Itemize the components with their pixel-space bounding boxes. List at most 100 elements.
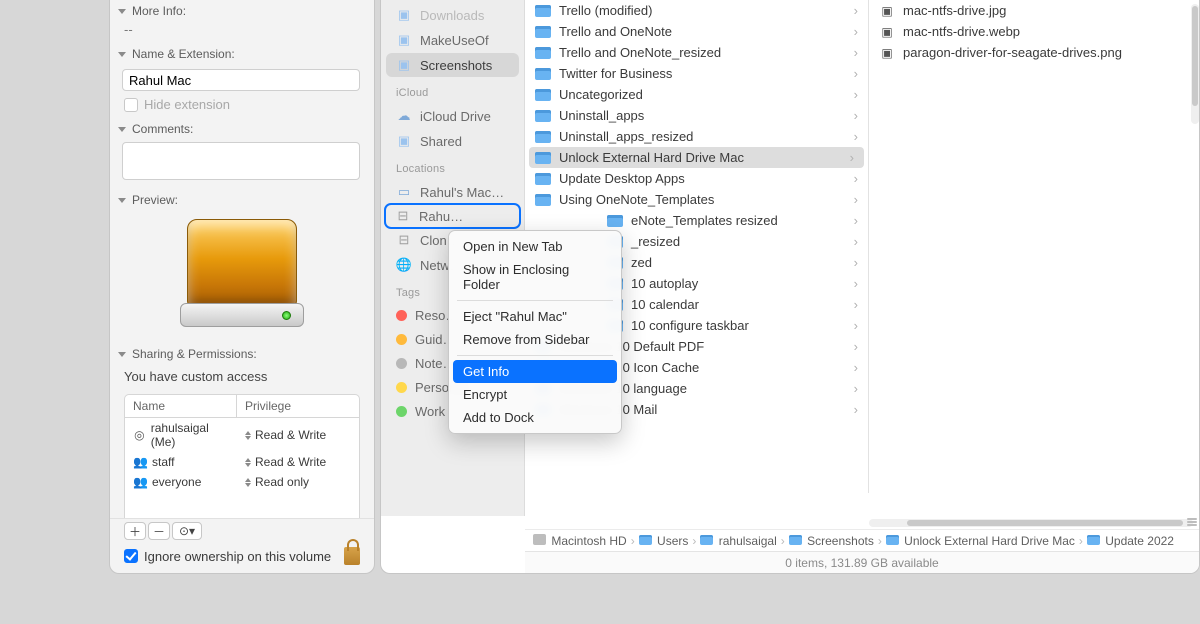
folder-icon	[1087, 535, 1100, 545]
menu-item-show-in-enclosing-folder[interactable]: Show in Enclosing Folder	[449, 258, 621, 296]
chevron-right-icon: ›	[631, 534, 635, 548]
add-button[interactable]: ＋	[124, 522, 146, 540]
menu-item-encrypt[interactable]: Encrypt	[449, 383, 621, 406]
chevron-right-icon: ›	[854, 276, 858, 291]
sidebar-item-rahul-s-mac-[interactable]: ▭Rahul's Mac…	[386, 180, 519, 204]
sharing-header[interactable]: Sharing & Permissions:	[110, 343, 374, 365]
more-info-header[interactable]: More Info:	[110, 0, 374, 22]
file-name: mac-ntfs-drive.jpg	[903, 3, 1006, 18]
ignore-ownership-checkbox[interactable]	[124, 549, 138, 563]
folder-row[interactable]: Twitter for Business›	[525, 63, 868, 84]
ignore-ownership-label: Ignore ownership on this volume	[144, 549, 331, 564]
path-segment[interactable]: Users	[639, 534, 689, 548]
user-icon: ◎	[133, 428, 146, 442]
folder-row[interactable]: Trello (modified) ›	[525, 0, 868, 21]
path-label: Update 2022	[1105, 534, 1174, 548]
chevron-right-icon: ›	[854, 318, 858, 333]
sidebar-item-downloads[interactable]: ▣Downloads	[386, 3, 519, 27]
chevron-right-icon: ›	[854, 24, 858, 39]
lock-icon[interactable]	[344, 547, 360, 565]
path-label: Macintosh HD	[551, 534, 626, 548]
menu-item-open-in-new-tab[interactable]: Open in New Tab	[449, 235, 621, 258]
chevron-right-icon: ›	[854, 192, 858, 207]
folder-name: Using OneNote_Templates	[559, 192, 714, 207]
path-segment[interactable]: rahulsaigal	[700, 534, 776, 548]
chevron-right-icon: ›	[854, 381, 858, 396]
hide-extension-label: Hide extension	[144, 97, 230, 112]
menu-item-add-to-dock[interactable]: Add to Dock	[449, 406, 621, 429]
sidebar-item-makeuseof[interactable]: ▣MakeUseOf	[386, 28, 519, 52]
comments-textarea[interactable]	[122, 142, 360, 180]
menu-item-remove-from-sidebar[interactable]: Remove from Sidebar	[449, 328, 621, 351]
path-segment[interactable]: Macintosh HD	[533, 534, 627, 548]
folder-row[interactable]: Uninstall_apps›	[525, 105, 868, 126]
folder-row[interactable]: eNote_Templates resized›	[525, 210, 868, 231]
folder-row[interactable]: Trello and OneNote_resized›	[525, 42, 868, 63]
sidebar-item-label: Downloads	[420, 8, 484, 23]
chevron-right-icon: ›	[854, 87, 858, 102]
permissions-row[interactable]: 👥everyoneRead only	[125, 472, 359, 492]
path-bar: Macintosh HD› Users› rahulsaigal› Screen…	[525, 529, 1199, 551]
preview-header[interactable]: Preview:	[110, 189, 374, 211]
sidebar-item-shared[interactable]: ▣Shared	[386, 129, 519, 153]
image-icon: ▣	[879, 46, 895, 60]
file-row[interactable]: ▣mac-ntfs-drive.jpg	[869, 0, 1200, 21]
folder-name: zed	[631, 255, 652, 270]
perm-privilege: Read & Write	[255, 455, 326, 469]
name-ext-header[interactable]: Name & Extension:	[110, 43, 374, 65]
permissions-row[interactable]: 👥staffRead & Write	[125, 452, 359, 472]
vertical-scrollbar[interactable]	[1191, 4, 1199, 124]
name-ext-input[interactable]	[122, 69, 360, 91]
horizontal-scrollbar[interactable]	[869, 519, 1193, 527]
sidebar-item-screenshots[interactable]: ▣Screenshots	[386, 53, 519, 77]
menu-item-eject-rahul-mac-[interactable]: Eject "Rahul Mac"	[449, 305, 621, 328]
perm-name: everyone	[152, 475, 201, 489]
sharing-label: Sharing & Permissions:	[132, 347, 257, 361]
chevron-right-icon: ›	[854, 339, 858, 354]
chevron-right-icon: ›	[692, 534, 696, 548]
chevron-right-icon: ›	[854, 3, 858, 18]
folder-name: Trello (modified)	[559, 3, 652, 18]
permissions-row[interactable]: ◎rahulsaigal (Me)Read & Write	[125, 418, 359, 452]
comments-label: Comments:	[132, 122, 193, 136]
sidebar-item-rahul-mac[interactable]: ⊟Rahu…	[386, 205, 519, 227]
folder-row[interactable]: Unlock External Hard Drive Mac›	[529, 147, 864, 168]
path-segment[interactable]: Screenshots	[789, 534, 874, 548]
folder-icon	[535, 89, 551, 101]
comments-header[interactable]: Comments:	[110, 118, 374, 140]
sidebar-item-icloud-drive[interactable]: ☁iCloud Drive	[386, 104, 519, 128]
path-segment[interactable]: Update 2022	[1087, 534, 1174, 548]
ignore-ownership-row[interactable]: Ignore ownership on this volume	[110, 545, 374, 567]
perm-header-name[interactable]: Name	[125, 395, 237, 417]
chevron-right-icon: ›	[781, 534, 785, 548]
folder-row[interactable]: Uncategorized›	[525, 84, 868, 105]
disclosure-triangle-icon	[118, 127, 126, 132]
file-row[interactable]: ▣paragon-driver-for-seagate-drives.png	[869, 42, 1200, 63]
file-name: mac-ntfs-drive.webp	[903, 24, 1020, 39]
perm-header-privilege[interactable]: Privilege	[237, 395, 299, 417]
folder-icon	[535, 131, 551, 143]
menu-item-get-info[interactable]: Get Info	[453, 360, 617, 383]
folder-icon: ▣	[396, 57, 412, 73]
resize-handle-icon[interactable]	[1187, 517, 1197, 527]
folder-icon	[639, 535, 652, 545]
perm-name: staff	[152, 455, 174, 469]
file-row[interactable]: ▣mac-ntfs-drive.webp	[869, 21, 1200, 42]
hide-extension-row[interactable]: Hide extension	[110, 95, 374, 118]
preview-label: Preview:	[132, 193, 178, 207]
sidebar-item-label: iCloud Drive	[420, 109, 491, 124]
remove-button[interactable]: －	[148, 522, 170, 540]
disclosure-triangle-icon	[118, 52, 126, 57]
folder-row[interactable]: Using OneNote_Templates ›	[525, 189, 868, 210]
folder-row[interactable]: Update Desktop Apps›	[525, 168, 868, 189]
folder-row[interactable]: Trello and OneNote›	[525, 21, 868, 42]
hide-extension-checkbox[interactable]	[124, 98, 138, 112]
action-menu-button[interactable]: ⊙▾	[172, 522, 202, 540]
permissions-footer: ＋ － ⊙▾	[110, 518, 374, 543]
folder-row[interactable]: Uninstall_apps_resized›	[525, 126, 868, 147]
chevron-right-icon: ›	[854, 129, 858, 144]
folder-name: Uninstall_apps	[559, 108, 644, 123]
path-segment[interactable]: Unlock External Hard Drive Mac	[886, 534, 1075, 548]
folder-icon	[535, 68, 551, 80]
folder-icon	[700, 535, 713, 545]
